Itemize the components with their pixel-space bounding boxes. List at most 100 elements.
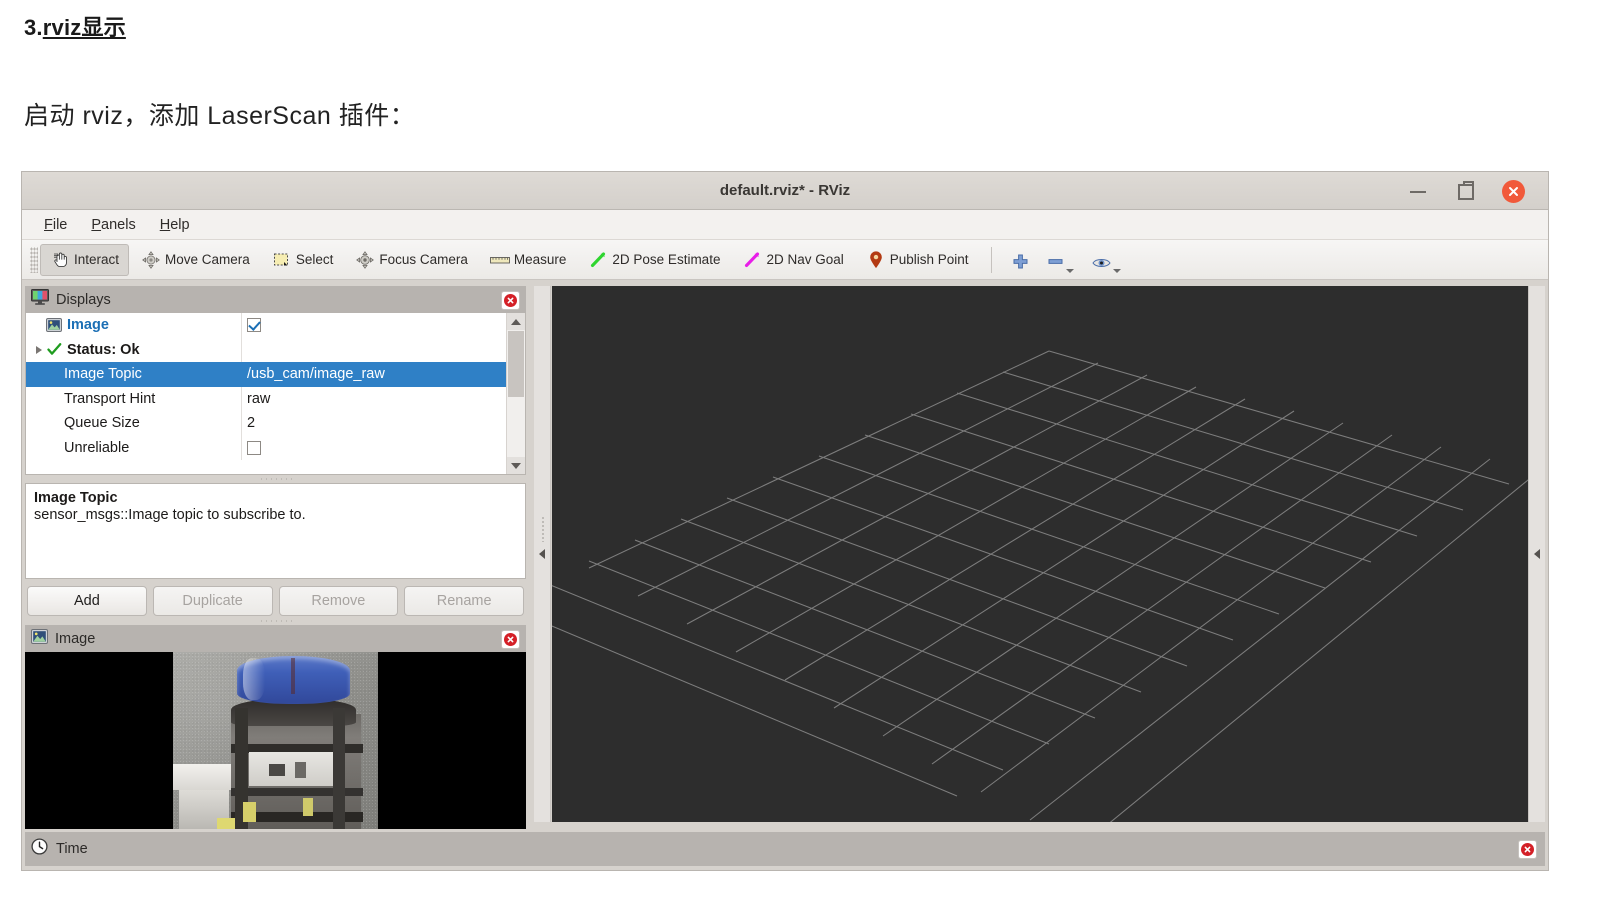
toolbar-visibility-button[interactable] <box>1086 245 1127 275</box>
move-camera-icon <box>141 250 161 269</box>
photo-chip-1 <box>269 764 285 776</box>
tree-row-value-cell[interactable] <box>241 435 525 460</box>
green-arrow-icon <box>588 251 608 269</box>
menu-help[interactable]: Help <box>160 217 190 233</box>
image-display-icon <box>31 628 48 649</box>
tool-2d-nav-goal[interactable]: 2D Nav Goal <box>732 244 853 276</box>
tree-row[interactable]: Status: Ok <box>26 337 525 362</box>
collapse-right-arrow-icon <box>1534 549 1540 559</box>
image-splitter-handle[interactable] <box>25 616 526 625</box>
remove-button[interactable]: Remove <box>278 586 399 616</box>
scrollbar-thumb[interactable] <box>508 331 524 397</box>
photo-yellow-part-1 <box>243 802 256 822</box>
tree-row-value-cell[interactable]: /usb_cam/image_raw <box>241 362 525 387</box>
tree-row[interactable]: Unreliable <box>26 435 525 460</box>
tool-2d-pose-estimate[interactable]: 2D Pose Estimate <box>578 244 730 276</box>
displays-panel-close-button[interactable] <box>501 291 520 310</box>
tree-row-label: Status: Ok <box>67 341 140 358</box>
tree-row-value-cell[interactable]: 2 <box>241 411 525 436</box>
tree-row-value-cell[interactable] <box>241 313 525 338</box>
left-column: Displays Image Status: Ok Image Topic /u… <box>25 286 526 829</box>
image-topic-value: /usb_cam/image_raw <box>247 366 385 383</box>
rename-button[interactable]: Rename <box>404 586 524 616</box>
expander-arrow-icon[interactable] <box>36 345 42 354</box>
grip-dots-icon <box>258 477 293 481</box>
tree-row-label: Image Topic <box>64 366 142 383</box>
monitor-icon <box>31 289 49 310</box>
tool-2d-pose-estimate-label: 2D Pose Estimate <box>612 252 721 267</box>
scroll-down-button[interactable] <box>507 457 525 474</box>
photo-chip-2 <box>295 762 306 778</box>
viewport-left-collapse-handle[interactable] <box>534 286 551 822</box>
tree-row-value-cell[interactable]: raw <box>241 386 525 411</box>
image-panel-header: Image <box>25 625 526 652</box>
photo-desk-left <box>173 764 235 790</box>
time-panel-close-button[interactable] <box>1518 840 1537 859</box>
tool-interact[interactable]: Interact <box>40 243 130 276</box>
page-heading: 3.rviz显示 <box>24 10 126 42</box>
camera-image-view <box>25 652 526 829</box>
displays-tree[interactable]: Image Status: Ok Image Topic /usb_cam/im… <box>25 313 526 475</box>
tree-row[interactable]: Transport Hint raw <box>26 386 525 411</box>
scroll-up-button[interactable] <box>507 313 525 330</box>
triangle-up-icon <box>511 318 521 325</box>
render-viewport-3d[interactable] <box>552 286 1531 822</box>
collapse-left-arrow-icon <box>539 549 545 559</box>
hand-cursor-icon <box>50 251 70 269</box>
tree-row-name-cell: Unreliable <box>26 440 241 456</box>
duplicate-button[interactable]: Duplicate <box>152 586 273 616</box>
minimize-button[interactable] <box>1398 172 1438 210</box>
photo-blue-cap <box>237 656 350 704</box>
minus-icon <box>1047 253 1064 275</box>
window-title: default.rviz* - RViz <box>719 182 851 199</box>
displays-panel-title: Displays <box>56 291 111 308</box>
tree-row[interactable]: Image <box>26 313 525 338</box>
tool-select-label: Select <box>295 252 334 267</box>
queue-size-value: 2 <box>247 415 256 432</box>
focus-camera-icon <box>355 250 375 269</box>
tree-row[interactable]: Image Topic /usb_cam/image_raw <box>26 362 525 387</box>
tree-row[interactable]: Queue Size 2 <box>26 411 525 436</box>
viewport-right-collapse-handle[interactable] <box>1528 286 1545 822</box>
viewport-container <box>534 286 1545 822</box>
tool-move-camera[interactable]: Move Camera <box>131 244 260 276</box>
rviz-window: default.rviz* - RViz File Panels Help In… <box>21 171 1549 871</box>
photo-yellow-part-3 <box>217 818 235 829</box>
unreliable-checkbox[interactable] <box>247 440 261 455</box>
menu-file-label: ile <box>52 216 68 233</box>
minimize-icon <box>1410 191 1426 193</box>
close-button[interactable] <box>1496 172 1536 210</box>
property-help-title: Image Topic <box>34 490 118 506</box>
toolbar-grip[interactable] <box>30 246 38 273</box>
tool-move-camera-label: Move Camera <box>165 252 250 267</box>
tool-measure[interactable]: Measure <box>480 244 577 276</box>
tool-focus-camera[interactable]: Focus Camera <box>345 244 478 276</box>
image-enabled-checkbox[interactable] <box>247 318 261 333</box>
tree-row-name-cell: Image Topic <box>26 366 241 382</box>
select-rect-icon <box>272 251 292 269</box>
tool-select[interactable]: Select <box>262 244 344 276</box>
tree-row-label: Image <box>67 317 109 334</box>
tool-interact-label: Interact <box>74 252 120 267</box>
toolbar-remove-button[interactable] <box>1041 245 1080 275</box>
tree-splitter-handle[interactable] <box>25 475 526 483</box>
property-help-box: Image Topic sensor_msgs::Image topic to … <box>25 483 526 579</box>
green-check-icon <box>47 343 62 356</box>
menu-file[interactable]: File <box>44 217 67 233</box>
displays-panel-header: Displays <box>25 286 526 313</box>
image-panel-close-button[interactable] <box>501 630 520 649</box>
add-button[interactable]: Add <box>27 586 147 616</box>
toolbar-add-button[interactable] <box>1006 245 1035 275</box>
tree-row-value-cell <box>241 337 525 362</box>
toolbar-separator <box>990 246 992 273</box>
displays-tree-scrollbar[interactable] <box>506 313 525 474</box>
tool-2d-nav-goal-label: 2D Nav Goal <box>766 252 844 267</box>
image-panel-title: Image <box>55 630 96 647</box>
menu-help-label: elp <box>170 216 190 233</box>
restore-button[interactable] <box>1446 172 1486 210</box>
grid-svg <box>552 350 1531 822</box>
menu-panels-label: anels <box>101 216 136 233</box>
tool-publish-point[interactable]: Publish Point <box>856 244 979 276</box>
menu-panels[interactable]: Panels <box>91 217 135 233</box>
page-heading-main: rviz显示 <box>42 15 126 40</box>
